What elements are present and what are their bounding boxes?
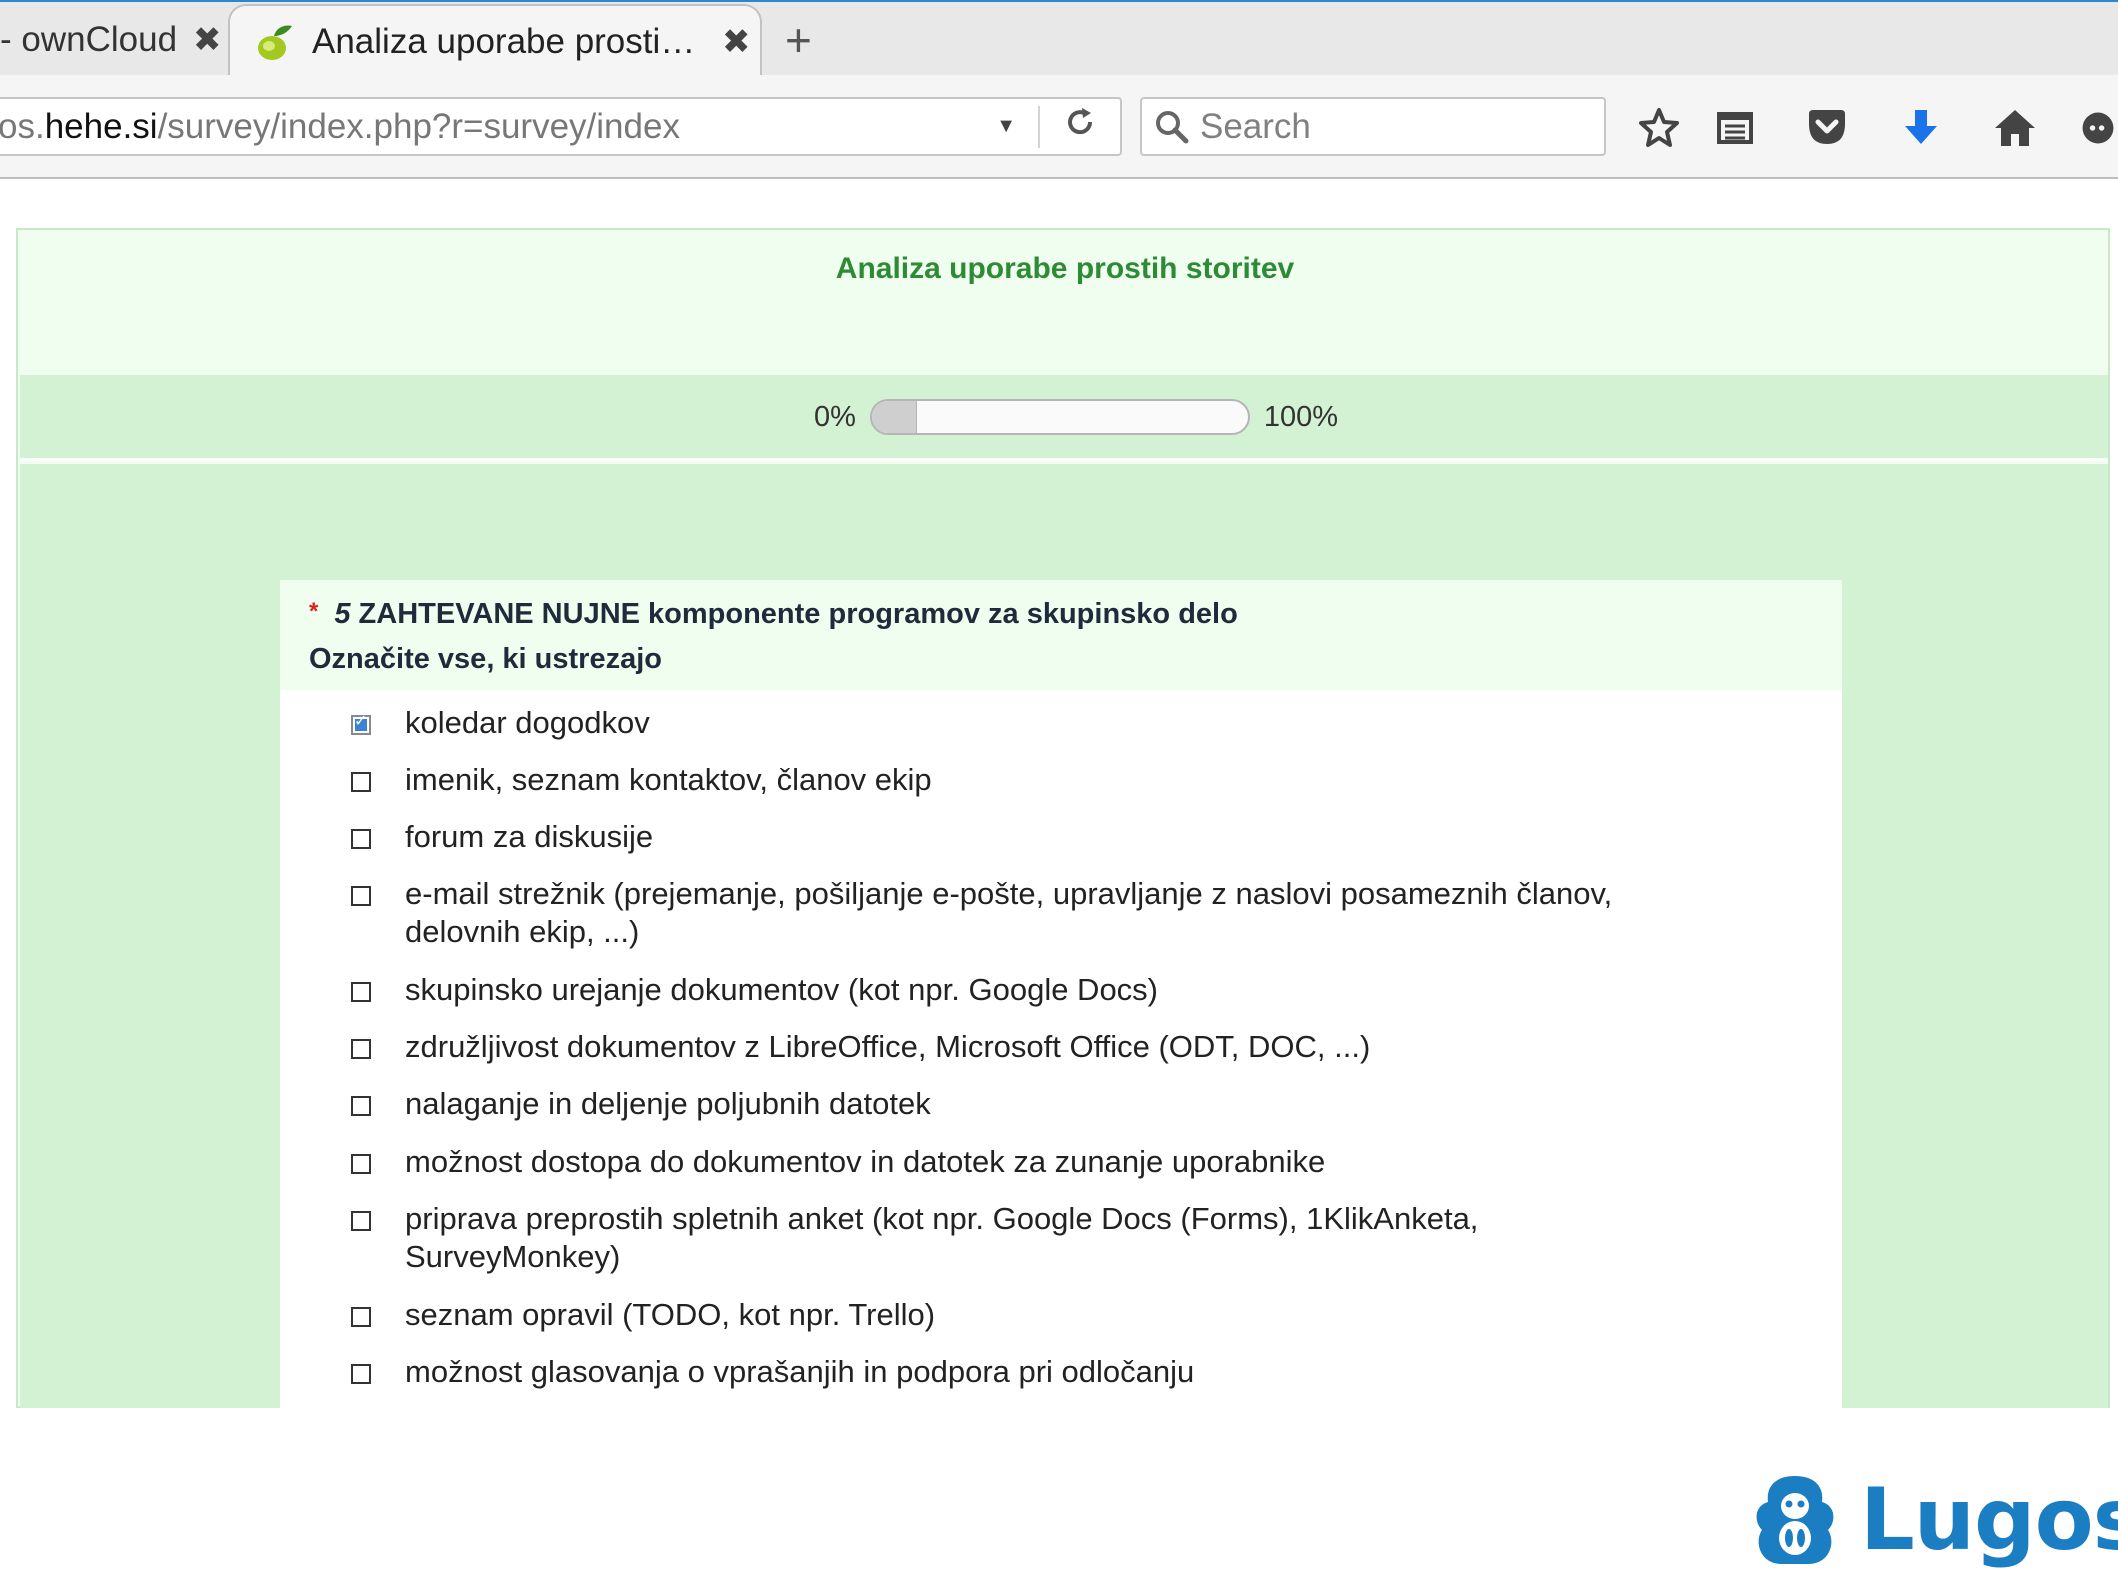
url-prefix: os. bbox=[0, 106, 45, 146]
chat-icon[interactable] bbox=[2078, 105, 2118, 151]
option-label[interactable]: imenik, seznam kontaktov, članov ekip bbox=[405, 761, 1655, 799]
required-asterisk: * bbox=[309, 598, 319, 625]
tab-survey[interactable]: Analiza uporabe prosti… ✖ bbox=[228, 4, 762, 78]
reload-icon[interactable] bbox=[1040, 105, 1120, 149]
lugos-mascot-icon bbox=[1756, 1476, 1834, 1564]
search-input[interactable] bbox=[1200, 106, 1580, 147]
url-text[interactable]: os.hehe.si/survey/index.php?r=survey/ind… bbox=[0, 107, 996, 147]
option-label[interactable]: priprava preprostih spletnih anket (kot … bbox=[405, 1200, 1655, 1276]
url-bar[interactable]: os.hehe.si/survey/index.php?r=survey/ind… bbox=[0, 97, 1122, 156]
close-icon[interactable]: ✖ bbox=[722, 25, 751, 59]
logo-text: Lugos bbox=[1860, 1470, 2118, 1570]
progress-bar bbox=[869, 399, 1250, 435]
option-checkbox[interactable] bbox=[351, 772, 371, 792]
url-dropdown-icon[interactable]: ▼ bbox=[996, 115, 1016, 138]
option-checkbox[interactable] bbox=[351, 1364, 371, 1384]
option-checkbox[interactable] bbox=[351, 711, 371, 735]
search-icon bbox=[1156, 110, 1189, 143]
lugos-logo: Lugos bbox=[1752, 1472, 2118, 1568]
new-tab-button[interactable]: + bbox=[785, 17, 812, 63]
bookmark-star-icon[interactable] bbox=[1634, 105, 1684, 151]
url-path: /survey/index.php?r=survey/index bbox=[157, 106, 680, 146]
tab-title: - ownCloud bbox=[0, 19, 178, 59]
option-label[interactable]: možnost dostopa do dokumentov in datotek… bbox=[405, 1143, 1655, 1181]
option-label[interactable]: seznam opravil (TODO, kot npr. Trello) bbox=[405, 1296, 1655, 1334]
url-host: hehe.si bbox=[44, 106, 158, 146]
option-label[interactable]: e-mail strežnik (prejemanje, pošiljanje … bbox=[405, 875, 1655, 951]
nav-bar: os.hehe.si/survey/index.php?r=survey/ind… bbox=[0, 75, 2118, 179]
reading-list-icon[interactable] bbox=[1710, 105, 1760, 151]
option-label[interactable]: forum za diskusije bbox=[405, 818, 1655, 856]
option-label[interactable]: nalaganje in deljenje poljubnih datotek bbox=[405, 1085, 1655, 1123]
survey-page: Analiza uporabe prostih storitev 0% 100%… bbox=[16, 228, 2110, 1410]
progress-min-label: 0% bbox=[814, 400, 856, 433]
question-text: * 5 ZAHTEVANE NUJNE komponente programov … bbox=[309, 598, 1842, 631]
progress-max-label: 100% bbox=[1263, 400, 1339, 433]
progress-row: 0% 100% bbox=[814, 399, 1338, 435]
pocket-icon[interactable] bbox=[1802, 105, 1852, 151]
tab-title: Analiza uporabe prosti… bbox=[312, 22, 696, 61]
question-card: * 5 ZAHTEVANE NUJNE komponente programov … bbox=[280, 580, 1842, 1410]
option-checkbox[interactable] bbox=[351, 886, 371, 906]
question-header: * 5 ZAHTEVANE NUJNE komponente programov … bbox=[280, 580, 1842, 690]
tab-bar: - ownCloud ✖ Analiza uporabe prosti… ✖ + bbox=[0, 0, 2118, 78]
option-label[interactable]: možnost glasovanja o vprašanjih in podpo… bbox=[405, 1353, 1655, 1391]
option-checkbox[interactable] bbox=[351, 1039, 371, 1059]
close-icon[interactable]: ✖ bbox=[193, 23, 222, 57]
option-checkbox[interactable] bbox=[351, 1307, 371, 1327]
download-icon[interactable] bbox=[1896, 105, 1946, 151]
limesurvey-favicon-icon bbox=[258, 25, 292, 60]
search-bar[interactable] bbox=[1140, 97, 1606, 156]
option-label[interactable]: koledar dogodkov bbox=[405, 704, 1655, 742]
tab-owncloud[interactable]: - ownCloud ✖ bbox=[0, 2, 225, 77]
option-checkbox[interactable] bbox=[351, 1096, 371, 1116]
home-icon[interactable] bbox=[1990, 105, 2040, 151]
option-label[interactable]: združljivost dokumentov z LibreOffice, M… bbox=[405, 1028, 1655, 1066]
survey-title: Analiza uporabe prostih storitev bbox=[835, 252, 1295, 285]
option-checkbox[interactable] bbox=[351, 829, 371, 849]
progress-fill bbox=[871, 401, 918, 433]
option-checkbox[interactable] bbox=[351, 982, 371, 1002]
progress-section: 0% 100% bbox=[20, 375, 2108, 461]
question-number: 5 bbox=[334, 598, 351, 630]
option-label[interactable]: skupinsko urejanje dokumentov (kot npr. … bbox=[405, 971, 1655, 1009]
option-checkbox[interactable] bbox=[351, 1211, 371, 1231]
question-title: ZAHTEVANE NUJNE komponente programov za … bbox=[358, 598, 1238, 630]
question-help: Označite vse, ki ustrezajo bbox=[309, 643, 662, 675]
option-checkbox[interactable] bbox=[351, 1154, 371, 1174]
